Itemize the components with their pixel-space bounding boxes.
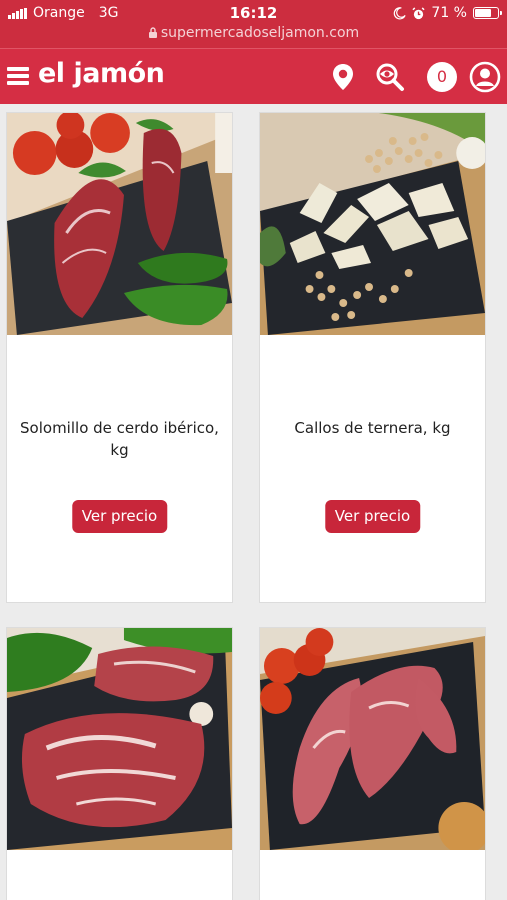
status-bar: Orange 3G 16:12 71 % supermercadoseljamo… [0, 0, 507, 48]
product-card[interactable] [259, 627, 486, 900]
status-right: 71 % [393, 5, 502, 21]
product-image[interactable] [7, 628, 232, 850]
view-price-button[interactable]: Ver precio [71, 500, 168, 533]
battery-icon [473, 7, 502, 19]
view-price-button[interactable]: Ver precio [324, 500, 421, 533]
alarm-icon [412, 6, 426, 19]
hamburger-menu-icon[interactable] [7, 65, 29, 87]
product-card[interactable]: Solomillo de cerdo ibérico, kg Ver preci… [6, 112, 233, 603]
product-image[interactable] [260, 628, 485, 850]
cart-count-badge[interactable]: 0 [427, 62, 457, 92]
url-text: supermercadoseljamon.com [160, 25, 360, 41]
product-name[interactable]: Solomillo de cerdo ibérico, kg [17, 417, 222, 461]
battery-percent: 71 % [431, 5, 467, 21]
address-bar[interactable]: supermercadoseljamon.com [0, 25, 507, 41]
user-account-icon[interactable] [469, 61, 501, 93]
moon-icon [394, 6, 407, 19]
product-name[interactable]: Callos de ternera, kg [270, 417, 475, 439]
brand-logo[interactable]: el jamón [38, 58, 165, 89]
lock-icon [148, 27, 157, 38]
product-card[interactable]: Callos de ternera, kg Ver precio [259, 112, 486, 603]
site-header: el jamón 0 [0, 48, 507, 104]
search-icon[interactable] [374, 61, 406, 93]
product-image[interactable] [7, 113, 232, 335]
product-image[interactable] [260, 113, 485, 335]
product-card[interactable] [6, 627, 233, 900]
location-pin-icon[interactable] [327, 61, 359, 93]
